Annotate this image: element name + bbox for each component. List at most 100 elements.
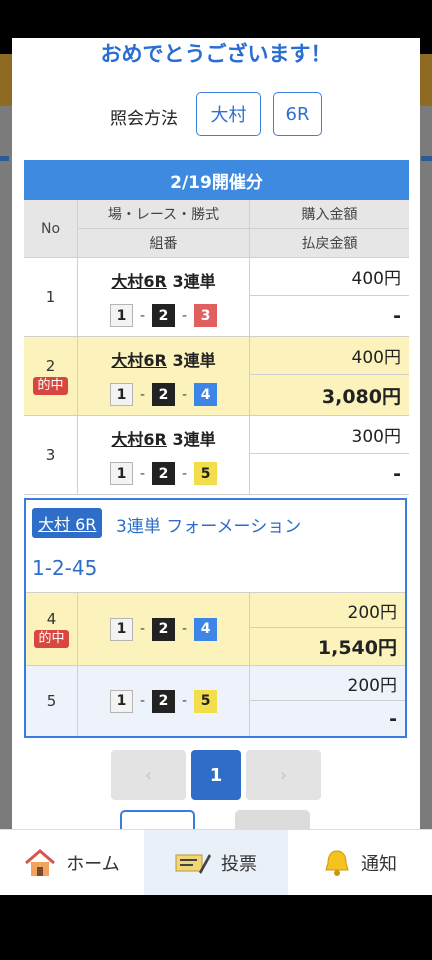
row-number: 5	[26, 666, 78, 736]
dash: -	[139, 386, 145, 403]
dash: -	[182, 693, 188, 709]
row-number: 2 的中	[24, 337, 78, 415]
boat-4-box: 4	[194, 383, 218, 406]
venue-race-link[interactable]: 大村6R	[111, 351, 166, 370]
boat-1-box: 1	[109, 617, 133, 641]
header-bet: 購入金額	[250, 200, 409, 229]
hit-badge: 的中	[33, 377, 68, 395]
bet-amount: 200円	[250, 593, 405, 628]
tab-home[interactable]: ホーム	[0, 830, 144, 895]
formation-group: 大村 6R 3連単 フォーメーション 1-2-45 4 的中 1- 2- 4 2…	[24, 498, 407, 738]
boat-1-box: 1	[109, 689, 133, 713]
row-number-text: 1	[45, 288, 56, 306]
row-number-text: 2	[45, 357, 56, 375]
table-header: No 場・レース・勝式 組番 購入金額 払戻金額	[24, 200, 409, 258]
combo: 1- 2- 3	[78, 304, 249, 327]
formation-combo: 1-2-45	[32, 556, 98, 580]
hit-badge: 的中	[34, 630, 69, 648]
dash: -	[182, 307, 188, 324]
payout-amount: -	[393, 463, 401, 485]
boat-2-box: 2	[152, 689, 175, 713]
dash: -	[182, 621, 188, 637]
row-number-text: 3	[45, 446, 56, 464]
row-number: 4 的中	[26, 593, 78, 665]
formation-venue-tag[interactable]: 大村 6R	[32, 508, 103, 538]
table-row: 3 大村6R 3連単 1- 2- 5 300円 -	[24, 416, 409, 495]
page-1-button[interactable]: 1	[191, 750, 241, 800]
boat-4-box: 4	[194, 617, 218, 641]
header-combo: 組番	[78, 229, 250, 258]
boat-2-box: 2	[152, 462, 175, 485]
congrats-heading: おめでとうございます！	[100, 42, 332, 66]
boat-1-box: 1	[109, 304, 133, 327]
bottom-tab-bar: ホーム 投票 通知	[0, 829, 432, 895]
table-row: 4 的中 1- 2- 4 200円 1,540円	[26, 592, 405, 666]
close-button-partial[interactable]	[120, 810, 195, 829]
bet-amount: 400円	[250, 258, 409, 296]
race-cell: 大村6R 3連単 1- 2- 4	[78, 337, 250, 415]
pagination: ‹ 1 ›	[12, 750, 420, 800]
inquiry-method: 照会方法 大村 6R	[12, 92, 420, 138]
dash: -	[182, 386, 188, 403]
table-row: 2 的中 大村6R 3連単 1- 2- 4 400円 3,080円	[24, 337, 409, 416]
table-row: 1 大村6R 3連単 1- 2- 3 400円 -	[24, 258, 409, 337]
header-race: 場・レース・勝式	[78, 200, 250, 229]
dash: -	[139, 307, 145, 324]
boat-5-box: 5	[194, 462, 218, 485]
dash: -	[139, 465, 145, 482]
boat-1-box: 1	[109, 462, 133, 485]
table-row: 5 1- 2- 5 200円 -	[26, 666, 405, 736]
inquiry-label: 照会方法	[110, 109, 178, 129]
boat-5-box: 5	[194, 689, 218, 713]
formation-venue-text: 大村 6R	[38, 515, 97, 534]
bet-type: 3連単	[172, 351, 216, 370]
venue-race-link[interactable]: 大村6R	[111, 430, 166, 449]
row-number-text: 5	[46, 692, 57, 710]
venue-race-link[interactable]: 大村6R	[111, 272, 166, 291]
race-cell: 大村6R 3連単 1- 2- 5	[78, 416, 250, 494]
header-no: No	[24, 200, 78, 258]
payout-amount: 3,080円	[321, 385, 401, 408]
boat-3-box: 3	[194, 304, 218, 327]
payout-amount: -	[393, 305, 401, 327]
dash: -	[139, 621, 145, 637]
row-number-text: 4	[46, 610, 57, 628]
combo: 1- 2- 5	[78, 462, 249, 485]
row-number: 1	[24, 258, 78, 336]
payout-amount: -	[389, 707, 397, 730]
tab-vote[interactable]: 投票	[144, 830, 288, 895]
combo: 1- 2- 5	[78, 666, 250, 736]
combo: 1- 2- 4	[78, 593, 250, 665]
bet-amount: 200円	[250, 666, 405, 701]
background-accent	[421, 156, 432, 161]
bet-amount: 300円	[250, 416, 409, 454]
race-info: 大村6R 3連単	[78, 426, 249, 450]
result-modal: おめでとうございます！ 照会方法 大村 6R 2/19開催分 No 場・レース・…	[12, 38, 420, 829]
bet-type: 3連単	[172, 272, 216, 291]
race-cell: 大村6R 3連単 1- 2- 3	[78, 258, 250, 336]
bet-amount: 400円	[250, 337, 409, 375]
formation-title: 3連単 フォーメーション	[116, 517, 302, 537]
tab-home-label: ホーム	[66, 853, 120, 875]
tab-vote-label: 投票	[221, 853, 257, 875]
screen: おめでとうございます！ 照会方法 大村 6R 2/19開催分 No 場・レース・…	[0, 0, 432, 960]
boat-2-box: 2	[152, 383, 175, 406]
combo: 1- 2- 4	[78, 383, 249, 406]
date-header: 2/19開催分	[24, 160, 409, 200]
prev-page-button[interactable]: ‹	[111, 750, 186, 800]
home-icon	[25, 848, 56, 876]
tab-notice-label: 通知	[361, 853, 397, 875]
venue-chip[interactable]: 大村	[196, 92, 261, 136]
dash: -	[182, 465, 188, 482]
boat-1-box: 1	[109, 383, 133, 406]
race-chip[interactable]: 6R	[273, 92, 322, 136]
next-page-button[interactable]: ›	[246, 750, 321, 800]
bet-type: 3連単	[172, 430, 216, 449]
header-payout: 払戻金額	[250, 229, 409, 258]
secondary-button-partial[interactable]	[235, 810, 310, 829]
payout-amount: 1,540円	[317, 637, 397, 659]
tab-notice[interactable]: 通知	[288, 830, 432, 895]
race-info: 大村6R 3連単	[78, 347, 249, 371]
system-nav-bar	[0, 895, 432, 960]
dash: -	[139, 693, 145, 709]
